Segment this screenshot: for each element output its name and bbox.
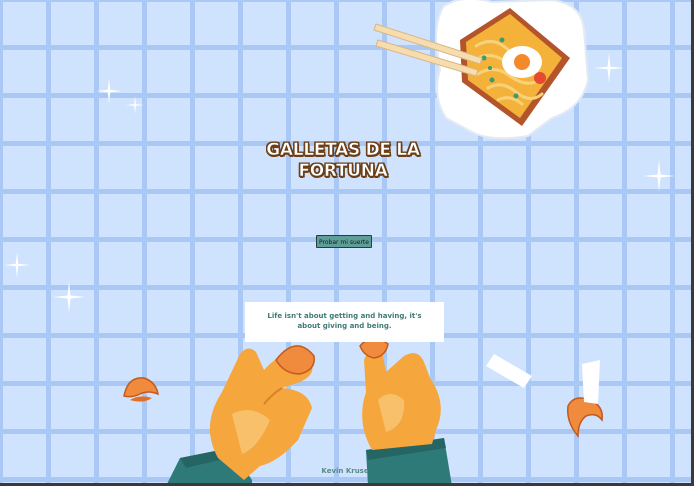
- fortune-message-text: Life isn't about getting and having, it'…: [267, 312, 422, 330]
- sparkle-icon: [643, 160, 675, 192]
- try-luck-button[interactable]: Probar mi suerte: [316, 235, 372, 248]
- sparkle-icon: [96, 78, 122, 104]
- chopsticks-icon: [373, 23, 483, 77]
- fortune-cookie-icon: [123, 377, 159, 402]
- sparkle-icon: [53, 281, 85, 313]
- author-credit: Kevin Kruse: [321, 467, 369, 475]
- paper-strip-icon: [486, 354, 532, 388]
- fortune-message-card: Life isn't about getting and having, it'…: [245, 302, 444, 342]
- page-title: GALLETAS DE LA FORTUNA: [266, 140, 420, 182]
- fortune-cookie-page: GALLETAS DE LA FORTUNA Probar mi suerte: [0, 0, 694, 486]
- sparkle-icon: [4, 252, 30, 278]
- sparkle-icon: [126, 96, 144, 114]
- hands-illustration: [166, 337, 452, 486]
- paper-strip-icon: [582, 360, 600, 404]
- sparkle-icon: [594, 53, 624, 83]
